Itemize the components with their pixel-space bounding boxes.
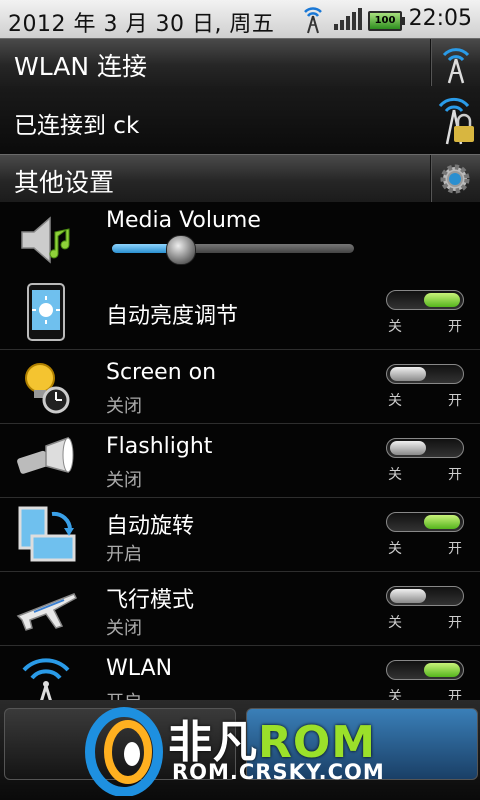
toggle-on-label: 开 <box>448 393 462 409</box>
flashlight-icon <box>17 436 74 474</box>
setting-toggle[interactable] <box>386 512 464 532</box>
setting-toggle[interactable] <box>386 290 464 310</box>
speaker-music-icon <box>21 216 70 264</box>
setting-row-3[interactable]: 自动旋转开启 关 开 <box>0 498 480 572</box>
watermark-url: ROM.CRSKY.COM <box>172 760 385 784</box>
setting-toggle[interactable] <box>386 586 464 606</box>
battery-icon: 100 <box>368 11 405 31</box>
toggle-on-label: 开 <box>448 615 462 631</box>
other-settings-header[interactable]: 其他设置 <box>0 154 480 204</box>
setting-row-2[interactable]: Flashlight 关闭 关 开 <box>0 424 480 498</box>
setting-toggle[interactable] <box>386 438 464 458</box>
wifi-lock-icon[interactable] <box>432 92 478 148</box>
wifi-tower-icon[interactable] <box>436 41 476 85</box>
toggle-knob <box>424 663 460 677</box>
toggle-knob <box>424 515 460 529</box>
toggle-knob <box>424 293 460 307</box>
bulb-clock-icon <box>25 363 70 414</box>
auto-rotate-icon <box>18 506 76 562</box>
toggle-off-label: 关 <box>388 615 402 631</box>
media-volume-label: Media Volume <box>106 208 261 233</box>
toggle-knob <box>390 441 426 455</box>
other-settings-title: 其他设置 <box>14 168 115 197</box>
media-volume-row: Media Volume <box>0 202 480 277</box>
status-bar: 2012 年 3 月 30 日, 周五 100 22:05 <box>0 0 480 38</box>
setting-title: WLAN <box>106 656 173 681</box>
wlan-header-title: WLAN 连接 <box>14 52 147 81</box>
wlan-connection-status: 已连接到 ck <box>14 113 140 139</box>
status-icons: 100 <box>300 4 405 34</box>
toggle-knob <box>390 367 426 381</box>
wlan-connection-row[interactable]: 已连接到 ck <box>0 86 480 155</box>
volume-slider-thumb[interactable] <box>165 235 196 265</box>
status-date: 2012 年 3 月 30 日, 周五 <box>8 12 275 37</box>
toggle-on-label: 开 <box>448 541 462 557</box>
airplane-icon <box>16 593 77 631</box>
setting-title: Screen on <box>106 360 217 385</box>
auto-brightness-icon <box>27 283 65 341</box>
setting-row-0[interactable]: 自动亮度调节关 开 <box>0 276 480 350</box>
setting-row-4[interactable]: 飞行模式关闭 关 开 <box>0 572 480 646</box>
toggle-off-label: 关 <box>388 467 402 483</box>
gear-icon[interactable] <box>437 161 473 197</box>
setting-toggle[interactable] <box>386 660 464 680</box>
setting-title: 飞行模式 <box>106 588 195 613</box>
wifi-signal-icon <box>304 7 322 34</box>
toggle-knob <box>390 589 426 603</box>
setting-toggle[interactable] <box>386 364 464 384</box>
toggle-off-label: 关 <box>388 541 402 557</box>
status-time: 22:05 <box>408 6 472 31</box>
toggle-on-label: 开 <box>448 467 462 483</box>
setting-title: 自动旋转 <box>106 514 195 539</box>
setting-row-1[interactable]: Screen on 关闭 关 开 <box>0 350 480 424</box>
crsky-logo-icon <box>85 707 163 796</box>
setting-subtitle: 关闭 <box>106 396 142 417</box>
volume-slider-track[interactable] <box>112 244 354 253</box>
toggle-on-label: 开 <box>448 319 462 335</box>
toggle-off-label: 关 <box>388 319 402 335</box>
setting-subtitle: 关闭 <box>106 470 142 491</box>
setting-title: Flashlight <box>106 434 213 459</box>
wlan-section-header[interactable]: WLAN 连接 <box>0 38 480 88</box>
setting-subtitle: 开启 <box>106 544 142 565</box>
setting-title: 自动亮度调节 <box>106 304 239 329</box>
setting-subtitle: 关闭 <box>106 618 142 639</box>
toggle-off-label: 关 <box>388 393 402 409</box>
